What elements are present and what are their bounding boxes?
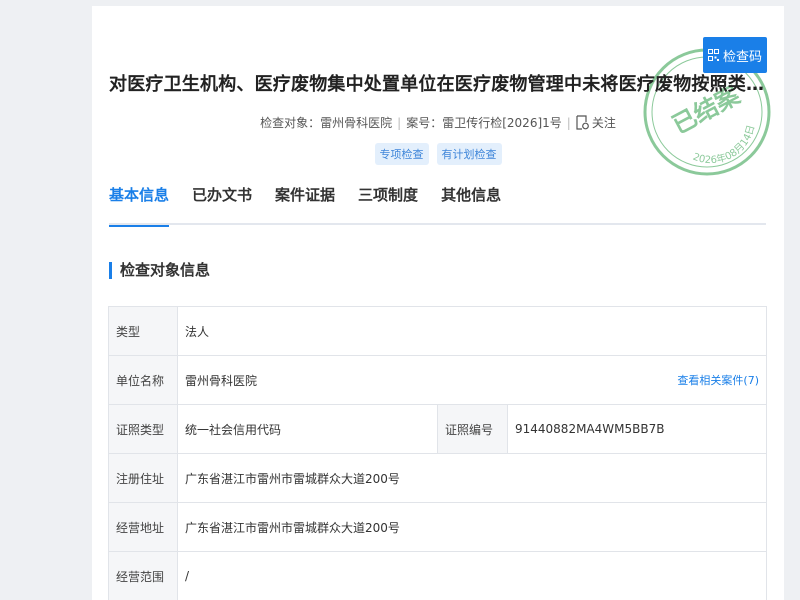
- inspection-code-label: 检查码: [722, 49, 762, 65]
- detail-tabs: 基本信息 已办文书 案件证据 三项制度 其他信息: [109, 182, 766, 227]
- qr-code-icon: [707, 48, 719, 61]
- meta-divider: |: [397, 115, 402, 130]
- table-row: 注册住址 广东省湛江市雷州市雷城群众大道200号: [108, 453, 767, 503]
- tab-evidence[interactable]: 案件证据: [275, 182, 335, 225]
- type-label: 类型: [108, 306, 178, 356]
- case-tags: 专项检查 有计划检查: [92, 143, 784, 165]
- table-row: 类型 法人: [108, 306, 767, 356]
- table-row: 经营地址 广东省湛江市雷州市雷城群众大道200号: [108, 502, 767, 552]
- subject-info-table: 类型 法人 单位名称 雷州骨科医院 查看相关案件(7) 证照类型 统一社会信用代…: [108, 306, 767, 600]
- case-number-label: 案号：: [406, 116, 443, 130]
- business-address-label: 经营地址: [108, 502, 178, 552]
- cert-type-label: 证照类型: [108, 404, 178, 454]
- cert-number-label: 证照编号: [437, 404, 508, 454]
- registered-address-value: 广东省湛江市雷州市雷城群众大道200号: [177, 453, 767, 503]
- tab-documents[interactable]: 已办文书: [192, 182, 252, 225]
- business-scope-value: /: [177, 551, 767, 600]
- cert-type-value: 统一社会信用代码: [177, 404, 438, 454]
- tag-planned-inspection: 有计划检查: [436, 143, 502, 165]
- tag-special-inspection: 专项检查: [374, 143, 429, 165]
- registered-address-label: 注册住址: [108, 453, 178, 503]
- unit-name-cell: 雷州骨科医院 查看相关案件(7): [177, 355, 767, 405]
- meta-divider: |: [566, 115, 571, 130]
- table-row: 单位名称 雷州骨科医院 查看相关案件(7): [108, 355, 767, 405]
- type-value: 法人: [177, 306, 767, 356]
- business-address-value: 广东省湛江市雷州市雷城群众大道200号: [177, 502, 767, 552]
- unit-name-label: 单位名称: [108, 355, 178, 405]
- unit-name-value: 雷州骨科医院: [185, 373, 258, 388]
- section-title: 检查对象信息: [109, 262, 210, 279]
- subject-value: 雷州骨科医院: [320, 116, 393, 130]
- cert-number-value: 91440882MA4WM5BB7B: [507, 404, 767, 454]
- table-row: 经营范围 /: [108, 551, 767, 600]
- table-row: 证照类型 统一社会信用代码 证照编号 91440882MA4WM5BB7B: [108, 404, 767, 454]
- business-scope-label: 经营范围: [108, 551, 178, 600]
- case-title: 对医疗卫生机构、医疗废物集中处置单位在医疗废物管理中未将医疗废物按照类别分置于专…: [109, 74, 769, 95]
- tab-three-systems[interactable]: 三项制度: [358, 182, 418, 225]
- tab-other-info[interactable]: 其他信息: [441, 182, 501, 225]
- follow-icon: [576, 115, 589, 130]
- tab-basic-info[interactable]: 基本信息: [109, 182, 170, 227]
- follow-label: 关注: [591, 116, 616, 130]
- case-number-value: 雷卫传行检[2026]1号: [442, 116, 562, 130]
- case-detail-card: 检查码 已结案 2026年08月14日 对医疗卫生机构、医疗废物集中处置单位在医…: [92, 6, 784, 600]
- inspection-code-button[interactable]: 检查码: [703, 37, 767, 73]
- case-meta: 检查对象： 雷州骨科医院 | 案号： 雷卫传行检[2026]1号 | 关注: [92, 114, 784, 131]
- related-cases-link[interactable]: 查看相关案件(7): [677, 372, 759, 388]
- follow-button[interactable]: 关注: [576, 114, 616, 131]
- subject-label: 检查对象：: [260, 116, 321, 130]
